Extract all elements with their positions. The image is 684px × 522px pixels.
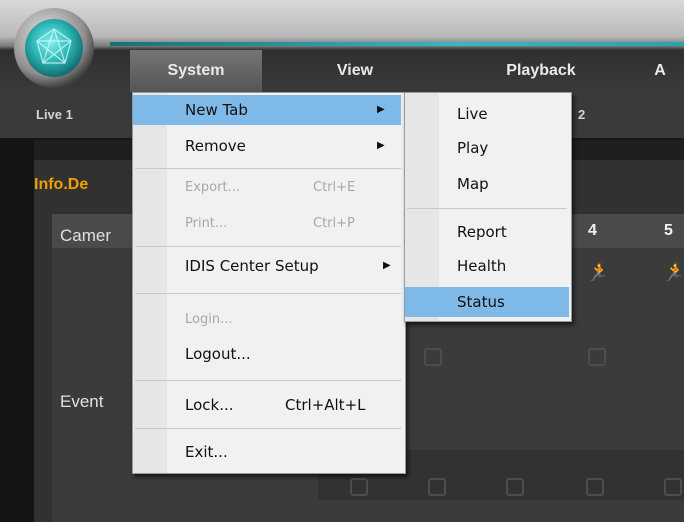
app-window: System View Playback A Live 1 2 Info.De … xyxy=(0,0,684,522)
menu-separator xyxy=(135,246,401,247)
menu-item-label: IDIS Center Setup xyxy=(185,257,319,275)
status-indicator xyxy=(506,478,524,496)
motion-icon: 🏃 xyxy=(662,262,684,283)
status-indicator xyxy=(586,478,604,496)
menu-item-label: Health xyxy=(457,257,507,275)
submenu-arrow-icon: ▶ xyxy=(377,104,385,115)
menu-partial[interactable]: A xyxy=(650,50,670,92)
menu-item-print[interactable]: Print... Ctrl+P xyxy=(133,209,401,239)
submenu-item-live[interactable]: Live xyxy=(405,99,569,129)
submenu-item-map[interactable]: Map xyxy=(405,169,569,199)
submenu-item-status[interactable]: Status xyxy=(405,287,569,317)
menu-item-label: Print... xyxy=(185,216,228,231)
menu-system[interactable]: System xyxy=(130,50,262,92)
menu-separator xyxy=(135,428,401,429)
menu-item-label: New Tab xyxy=(185,101,248,119)
menu-item-idis-center-setup[interactable]: IDIS Center Setup ▶ xyxy=(133,251,401,281)
submenu-item-report[interactable]: Report xyxy=(405,217,569,247)
menu-item-login[interactable]: Login... xyxy=(133,305,401,335)
column-header-5: 5 xyxy=(664,222,673,239)
status-indicator xyxy=(424,348,442,366)
new-tab-submenu: Live Play Map Report Health Status xyxy=(404,92,572,322)
menu-separator xyxy=(135,380,401,381)
app-logo-icon[interactable] xyxy=(14,8,94,88)
status-indicator xyxy=(664,478,682,496)
menu-item-export[interactable]: Export... Ctrl+E xyxy=(133,173,401,203)
menu-item-shortcut: Ctrl+E xyxy=(313,180,356,195)
menu-separator xyxy=(135,168,401,169)
status-indicator xyxy=(350,478,368,496)
column-header-4: 4 xyxy=(588,222,597,239)
menu-item-remove[interactable]: Remove ▶ xyxy=(133,131,401,161)
system-menu: New Tab ▶ Remove ▶ Export... Ctrl+E Prin… xyxy=(132,92,406,474)
submenu-item-health[interactable]: Health xyxy=(405,251,569,281)
menu-item-label: Login... xyxy=(185,312,233,327)
menu-separator xyxy=(407,208,567,209)
menu-item-logout[interactable]: Logout... xyxy=(133,339,401,369)
menu-item-new-tab[interactable]: New Tab ▶ xyxy=(133,95,401,125)
event-label: Event xyxy=(60,392,104,411)
menu-item-label: Status xyxy=(457,293,505,311)
status-indicator xyxy=(588,348,606,366)
menu-item-label: Remove xyxy=(185,137,246,155)
menu-view[interactable]: View xyxy=(318,50,392,92)
menu-item-shortcut: Ctrl+Alt+L xyxy=(285,396,366,414)
submenu-arrow-icon: ▶ xyxy=(383,260,391,271)
camera-label: Camer xyxy=(60,226,112,245)
panel-title: Info.De xyxy=(34,176,89,193)
menu-item-label: Exit... xyxy=(185,443,228,461)
menu-item-label: Export... xyxy=(185,180,240,195)
tab-live-1[interactable]: Live 1 xyxy=(36,92,73,138)
submenu-arrow-icon: ▶ xyxy=(377,140,385,151)
menu-item-lock[interactable]: Lock... Ctrl+Alt+L xyxy=(133,390,401,420)
menu-item-label: Logout... xyxy=(185,345,251,363)
menu-bar: System View Playback A xyxy=(130,50,684,92)
left-strip xyxy=(0,140,34,522)
menu-item-label: Lock... xyxy=(185,396,234,414)
menu-item-label: Live xyxy=(457,105,488,123)
globe-icon xyxy=(25,19,83,77)
menu-separator xyxy=(135,293,401,294)
status-indicator xyxy=(428,478,446,496)
menu-item-label: Report xyxy=(457,223,507,241)
menu-playback[interactable]: Playback xyxy=(486,50,596,92)
menu-item-shortcut: Ctrl+P xyxy=(313,216,355,231)
submenu-item-play[interactable]: Play xyxy=(405,133,569,163)
menu-item-exit[interactable]: Exit... xyxy=(133,437,401,467)
menu-item-label: Map xyxy=(457,175,489,193)
accent-line xyxy=(110,42,684,46)
tab-partial[interactable]: 2 xyxy=(578,92,585,138)
motion-icon: 🏃 xyxy=(586,262,609,283)
menu-item-label: Play xyxy=(457,139,489,157)
